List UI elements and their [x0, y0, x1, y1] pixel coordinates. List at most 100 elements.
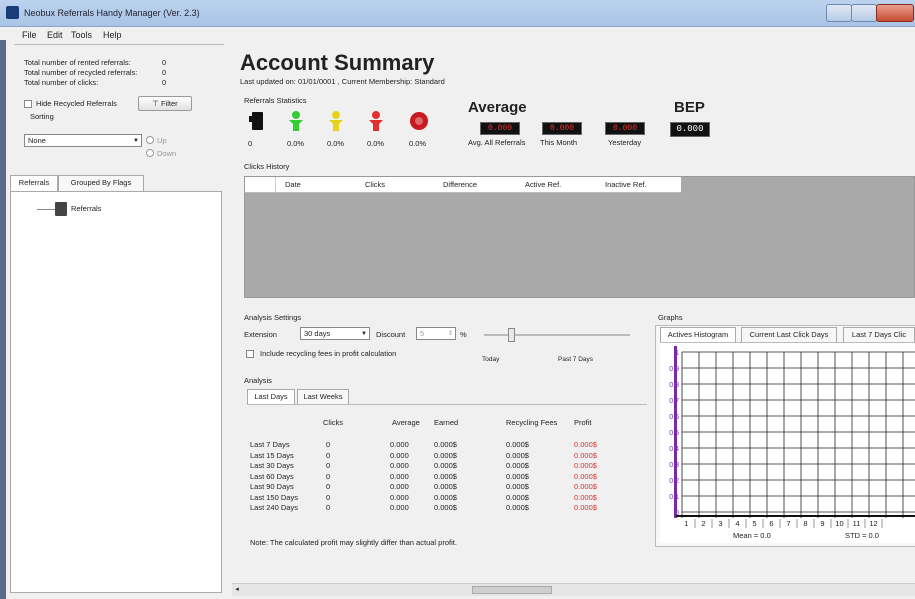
hide-recycled-checkbox[interactable] — [24, 100, 32, 108]
tab-grouped-by-flags[interactable]: Grouped By Flags — [58, 175, 144, 191]
expired-ref-icon — [410, 112, 428, 130]
yesterday-value: 0.000 — [605, 122, 645, 135]
tab-last-weeks[interactable]: Last Weeks — [297, 389, 349, 404]
maximize-button[interactable] — [851, 4, 877, 22]
include-fees-checkbox[interactable] — [246, 350, 254, 358]
tab-current-last-click-days[interactable]: Current Last Click Days — [741, 327, 837, 342]
horizontal-scrollbar[interactable]: ◂ — [232, 583, 915, 596]
slider-thumb[interactable] — [508, 328, 515, 342]
average-title: Average — [468, 99, 527, 116]
x-tick-label: 12 — [869, 519, 877, 528]
cell-period: Last 15 Days — [250, 450, 294, 460]
col-inactive-ref[interactable]: Inactive Ref. — [605, 180, 647, 189]
stat-recycled-label: Total number of recycled referrals: — [24, 68, 138, 77]
scroll-left-icon[interactable]: ◂ — [232, 585, 242, 595]
sort-down-radio[interactable] — [146, 149, 154, 157]
menu-tools[interactable]: Tools — [71, 30, 92, 40]
stat-rented-value: 0 — [162, 58, 167, 67]
cell-average: 0.000 — [390, 503, 409, 512]
stat-recycled-value: 0 — [162, 68, 167, 77]
x-tick-label: 6 — [769, 519, 773, 528]
menu-help[interactable]: Help — [103, 30, 122, 40]
scroll-thumb[interactable] — [472, 586, 552, 594]
membership-label: , Current Membership: — [337, 77, 413, 86]
page-title: Account Summary — [240, 50, 435, 75]
cell-earned: 0.000$ — [434, 471, 457, 481]
cell-average: 0.000 — [390, 482, 409, 491]
tree-connector — [37, 209, 55, 210]
active-ref-icon — [289, 111, 303, 131]
cell-profit: 0.000$ — [574, 482, 597, 491]
cell-earned: 0.000$ — [434, 482, 457, 491]
cell-period: Last 30 Days — [250, 461, 294, 470]
tab-last-days[interactable]: Last Days — [247, 389, 295, 404]
title-bar: Neobux Referrals Handy Manager (Ver. 2.3… — [0, 0, 915, 27]
cell-fees: 0.000$ — [506, 492, 529, 502]
sort-up-radio[interactable] — [146, 136, 154, 144]
referrals-tree[interactable]: Referrals — [10, 191, 222, 593]
extension-select[interactable]: 30 days ▼ — [300, 327, 370, 340]
x-tick-label: 7 — [786, 519, 790, 528]
tab-referrals[interactable]: Referrals — [10, 175, 58, 191]
cell-profit: 0.000$ — [574, 461, 597, 470]
cell-average: 0.000 — [390, 440, 409, 449]
cell-fees: 0.000$ — [506, 503, 529, 512]
slider-right-label: Past 7 Days — [558, 356, 594, 363]
histogram-mean: Mean = 0.0 — [733, 531, 771, 540]
left-panel: Total number of rented referrals: 0 Tota… — [10, 48, 222, 593]
col-active-ref[interactable]: Active Ref. — [525, 180, 561, 189]
menu-file[interactable]: File — [22, 30, 37, 40]
analysis-col-earned: Earned — [434, 418, 459, 427]
col-clicks[interactable]: Clicks — [365, 180, 385, 189]
x-tick-label: 9 — [820, 519, 824, 528]
bep-value: 0.000 — [670, 122, 710, 137]
analysis-tab-divider — [247, 404, 647, 405]
cell-fees: 0.000$ — [506, 482, 529, 491]
tab-actives-histogram[interactable]: Actives Histogram — [660, 327, 736, 342]
cell-fees: 0.000$ — [506, 440, 529, 449]
col-difference[interactable]: Difference — [443, 180, 477, 189]
minimize-button[interactable] — [826, 4, 852, 22]
funnel-icon: ⊤ — [152, 99, 161, 108]
clicks-history-grid[interactable]: Date Clicks Difference Active Ref. Inact… — [244, 176, 915, 298]
col-date[interactable]: Date — [285, 180, 301, 189]
percent-sign: % — [460, 330, 467, 339]
extension-select-value: 30 days — [304, 329, 331, 338]
tab-last-7-days-clicks[interactable]: Last 7 Days Clic — [843, 327, 915, 342]
filter-button[interactable]: ⊤ Filter — [138, 96, 192, 111]
x-tick-label: 1 — [684, 519, 688, 528]
last-updated-label: Last updated on: — [240, 77, 296, 86]
analysis-note: Note: The calculated profit may slightly… — [250, 538, 457, 547]
referrals-statistics: 0 0.0% 0.0% 0.0% 0.0% — [243, 110, 443, 150]
cell-earned: 0.000$ — [434, 461, 457, 470]
discount-value: 5 — [420, 329, 425, 338]
close-button[interactable] — [876, 4, 914, 22]
discount-stepper[interactable]: 5 ⇕ — [416, 327, 456, 340]
sorting-select[interactable]: None ▼ — [24, 134, 142, 147]
left-edge-strip — [0, 40, 6, 599]
cell-period: Last 7 Days — [250, 440, 290, 449]
cell-profit: 0.000$ — [574, 450, 597, 460]
cell-period: Last 240 Days — [250, 503, 298, 512]
x-tick-label: 10 — [835, 519, 843, 528]
cell-fees: 0.000$ — [506, 461, 529, 470]
analysis-label: Analysis — [244, 376, 272, 385]
cell-profit: 0.000$ — [574, 503, 597, 512]
tree-node-referrals[interactable]: Referrals — [71, 204, 101, 213]
sort-down-label: Down — [157, 149, 177, 158]
this-month-label: This Month — [540, 138, 578, 147]
cell-period: Last 90 Days — [250, 482, 294, 491]
spinner-icon: ⇕ — [447, 331, 453, 337]
menu-edit[interactable]: Edit — [47, 30, 63, 40]
stat-clicks-label: Total number of clicks: — [24, 78, 99, 87]
ref-stat-value-0: 0 — [248, 139, 253, 148]
ref-stat-value-3: 0.0% — [367, 139, 385, 148]
cell-average: 0.000 — [390, 450, 409, 460]
analysis-col-clicks: Clicks — [323, 418, 343, 427]
chevron-down-icon: ▼ — [361, 331, 367, 337]
x-tick-label: 3 — [718, 519, 722, 528]
referrals-statistics-label: Referrals Statistics — [244, 96, 307, 105]
slider-track[interactable] — [484, 334, 630, 336]
cell-earned: 0.000$ — [434, 503, 457, 512]
last-updated-line: Last updated on: 01/01/0001 , Current Me… — [240, 77, 445, 86]
